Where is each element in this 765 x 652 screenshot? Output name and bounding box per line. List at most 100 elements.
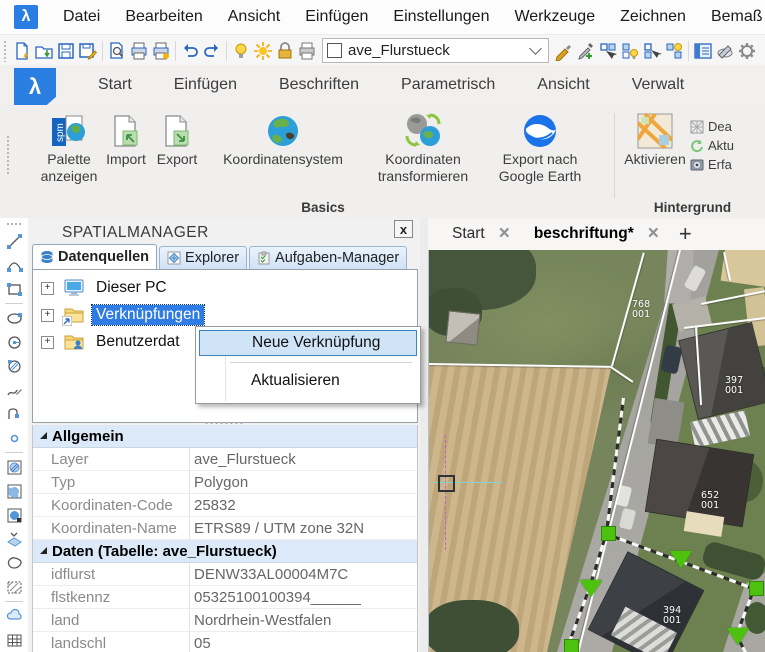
redo-icon[interactable] — [201, 40, 223, 62]
deaktivieren-button[interactable]: Dea — [690, 117, 734, 136]
revision-cloud-icon[interactable] — [3, 604, 25, 628]
midpoint-grip[interactable] — [580, 580, 602, 597]
panel-title-bar[interactable]: SPATIALMANAGER — [28, 222, 420, 244]
property-row[interactable]: idflurst DENW33AL00004M7C — [33, 563, 417, 586]
menu-bearbeiten[interactable]: Bearbeiten — [125, 8, 202, 26]
print-icon[interactable] — [128, 40, 150, 62]
color-picker-icon[interactable] — [575, 40, 597, 62]
solid-fill-icon[interactable] — [3, 503, 25, 527]
properties-section-allgemein[interactable]: Allgemein — [33, 425, 417, 448]
draw-rectangle-icon[interactable] — [3, 277, 25, 301]
draw-point-icon[interactable] — [3, 426, 25, 450]
draw-arc-icon[interactable] — [3, 253, 25, 277]
collapse-icon[interactable] — [40, 546, 47, 554]
draw-ellipse-icon[interactable] — [3, 306, 25, 330]
gradient-icon[interactable] — [3, 479, 25, 503]
isolate-objects-icon[interactable] — [619, 40, 641, 62]
tree-item-verknuepfungen[interactable]: + Verknüpfungen — [41, 303, 206, 327]
panel-close-button[interactable]: x — [394, 220, 413, 238]
draw-hatched-circle-icon[interactable] — [3, 354, 25, 378]
sun-icon[interactable] — [252, 40, 274, 62]
toolbar-drag-handle[interactable] — [6, 222, 22, 227]
export-google-earth-button[interactable]: Export nach Google Earth — [484, 111, 596, 185]
property-row[interactable]: Koordinaten-Name ETRS89 / UTM zone 32N — [33, 517, 417, 540]
menu-zeichnen[interactable]: Zeichnen — [620, 8, 686, 26]
save-as-icon[interactable] — [77, 40, 99, 62]
printer-gray-icon[interactable] — [296, 40, 318, 62]
property-row[interactable]: Koordinaten-Code 25832 — [33, 494, 417, 517]
tree-item-dieser-pc[interactable]: + Dieser PC — [41, 276, 171, 300]
close-tab-icon[interactable]: × — [648, 223, 659, 245]
hatch-icon[interactable] — [3, 455, 25, 479]
menu-datei[interactable]: Datei — [63, 8, 100, 26]
end-isolation-icon[interactable] — [663, 40, 685, 62]
layer-color-swatch[interactable] — [327, 43, 342, 58]
open-document-icon[interactable] — [33, 40, 55, 62]
map-canvas[interactable]: 768 001 397 001 652 001 394 001 — [428, 250, 765, 652]
draw-circle-icon[interactable] — [3, 330, 25, 354]
drawing-tab-beschriftung[interactable]: beschriftung* × — [534, 223, 659, 245]
property-row[interactable]: land Nordrhein-Westfalen — [33, 609, 417, 632]
draw-polyline-arc-icon[interactable] — [3, 402, 25, 426]
property-row[interactable]: flstkennz 05325100100394______ — [33, 586, 417, 609]
chevron-down-icon[interactable] — [529, 42, 542, 55]
expand-icon[interactable]: + — [41, 335, 54, 349]
erfassen-button[interactable]: Erfa — [690, 155, 734, 174]
tree-item-benutzerdaten[interactable]: + Benutzerdat — [41, 330, 184, 354]
palette-anzeigen-button[interactable]: spm Palette anzeigen — [36, 111, 102, 185]
lightbulb-icon[interactable] — [230, 40, 252, 62]
boundary-icon[interactable] — [3, 551, 25, 575]
new-document-icon[interactable] — [11, 40, 33, 62]
menu-werkzeuge[interactable]: Werkzeuge — [514, 8, 595, 26]
property-row[interactable]: Typ Polygon — [33, 471, 417, 494]
midpoint-grip[interactable] — [727, 628, 749, 645]
close-tab-icon[interactable]: × — [499, 223, 510, 245]
menu-ansicht[interactable]: Ansicht — [228, 8, 280, 26]
save-icon[interactable] — [55, 40, 77, 62]
draw-sketch-icon[interactable] — [3, 378, 25, 402]
match-properties-brush-icon[interactable] — [553, 40, 575, 62]
vertex-grip[interactable] — [601, 526, 616, 541]
ribbon-tab-start[interactable]: Start — [98, 76, 132, 94]
draw-line-icon[interactable] — [3, 229, 25, 253]
expand-icon[interactable]: + — [41, 308, 54, 322]
table-icon[interactable] — [3, 628, 25, 652]
ribbon-tab-einfuegen[interactable]: Einfügen — [174, 76, 237, 94]
koordinaten-transformieren-button[interactable]: Koordinaten transformieren — [362, 111, 484, 185]
aktualisieren-button[interactable]: Aktu — [690, 136, 734, 155]
menu-item-aktualisieren[interactable]: Aktualisieren — [199, 368, 417, 394]
tab-datenquellen[interactable]: Datenquellen — [32, 244, 158, 269]
tab-explorer[interactable]: Explorer — [159, 246, 248, 269]
wipeout-icon[interactable] — [3, 575, 25, 599]
ribbon-tab-ansicht[interactable]: Ansicht — [537, 76, 589, 94]
ribbon-drag-handle[interactable] — [6, 135, 11, 175]
settings-gear-icon[interactable] — [736, 40, 758, 62]
vertex-grip[interactable] — [749, 581, 764, 596]
properties-section-daten[interactable]: Daten (Tabelle: ave_Flurstueck) — [33, 540, 417, 563]
import-button[interactable]: Import — [102, 111, 150, 168]
new-drawing-tab-button[interactable]: + — [679, 221, 692, 247]
plot-icon[interactable] — [150, 40, 172, 62]
expand-icon[interactable]: + — [41, 281, 54, 295]
menu-einfuegen[interactable]: Einfügen — [305, 8, 368, 26]
property-row[interactable]: Layer ave_Flurstueck — [33, 448, 417, 471]
draw-order-icon[interactable] — [714, 40, 736, 62]
lock-icon[interactable] — [274, 40, 296, 62]
drawing-tab-start[interactable]: Start × — [452, 223, 510, 245]
ribbon-app-button[interactable]: λ — [14, 68, 56, 105]
ribbon-tab-parametrisch[interactable]: Parametrisch — [401, 76, 495, 94]
collapse-icon[interactable] — [40, 431, 47, 439]
export-button[interactable]: Export — [150, 111, 204, 168]
menu-bemassung[interactable]: Bemaß — [711, 8, 763, 26]
flatten-icon[interactable] — [3, 527, 25, 551]
ribbon-tab-beschriften[interactable]: Beschriften — [279, 76, 359, 94]
layer-combobox[interactable]: ave_Flurstueck — [322, 38, 549, 63]
aktivieren-button[interactable]: Aktivieren — [620, 111, 690, 168]
menu-item-neue-verknuepfung[interactable]: Neue Verknüpfung — [199, 330, 417, 356]
ribbon-tab-verwalten[interactable]: Verwalt — [632, 76, 684, 94]
print-preview-icon[interactable] — [106, 40, 128, 62]
vertex-grip[interactable] — [564, 639, 579, 652]
toolbar-drag-handle[interactable] — [3, 39, 8, 62]
property-row[interactable]: landschl 05 — [33, 632, 417, 652]
layers-panel-icon[interactable] — [692, 40, 714, 62]
